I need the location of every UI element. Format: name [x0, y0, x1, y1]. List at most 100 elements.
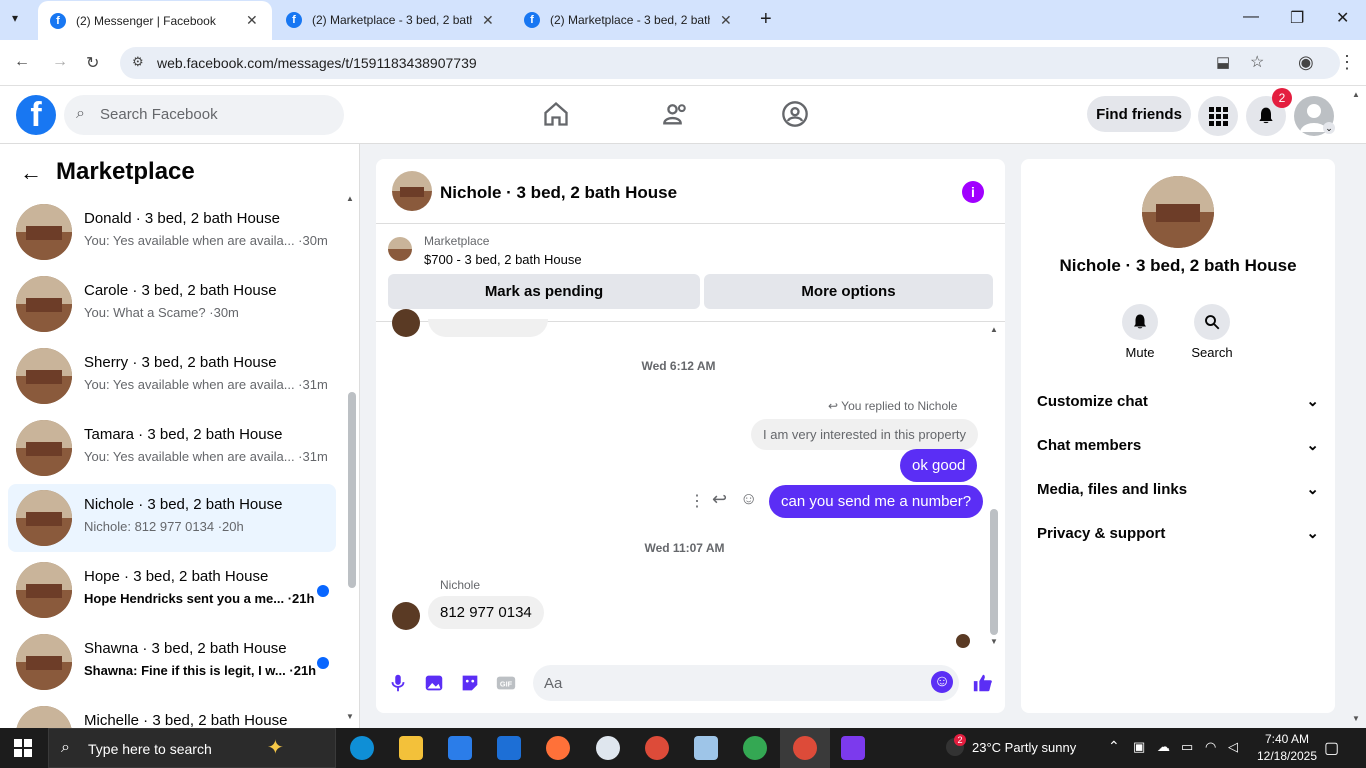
chat-title[interactable]: Nichole · 3 bed, 2 bath House: [440, 183, 677, 203]
site-info-icon[interactable]: ⚙: [132, 54, 144, 70]
store-icon[interactable]: [448, 736, 472, 760]
friends-icon[interactable]: [662, 100, 690, 128]
battery-icon[interactable]: ▭: [1181, 739, 1193, 755]
search-facebook-input[interactable]: ⌕ Search Facebook: [64, 95, 344, 135]
volume-icon[interactable]: ◁: [1228, 739, 1238, 755]
chrome-alt-icon[interactable]: [743, 736, 767, 760]
mute-bell-icon[interactable]: [1122, 304, 1158, 340]
conversation-item-nichole[interactable]: Nichole · 3 bed, 2 bath House Nichole: 8…: [8, 484, 336, 552]
browser-tab-messenger[interactable]: f (2) Messenger | Facebook ✕: [38, 1, 272, 40]
chrome-icon[interactable]: [645, 736, 669, 760]
more-options-button[interactable]: More options: [704, 274, 993, 309]
close-tab-icon[interactable]: ✕: [720, 12, 732, 29]
customize-chat-section[interactable]: Customize chat ⌄: [1037, 389, 1319, 413]
incoming-message[interactable]: 812 977 0134: [428, 596, 544, 629]
browser-tab-marketplace-1[interactable]: f (2) Marketplace - 3 bed, 2 bath ✕: [274, 0, 510, 40]
show-hidden-icons-icon[interactable]: ⌃: [1108, 738, 1120, 755]
react-emoji-icon[interactable]: ☺: [740, 489, 757, 509]
conversation-item-tamara[interactable]: Tamara · 3 bed, 2 bath House You: Yes av…: [8, 414, 336, 482]
taskbar-search-box[interactable]: ⌕ Type here to search ✦: [48, 728, 336, 768]
sidebar-scrollbar[interactable]: [348, 392, 356, 588]
media-files-section[interactable]: Media, files and links ⌄: [1037, 477, 1319, 501]
home-icon[interactable]: [542, 100, 570, 128]
close-tab-icon[interactable]: ✕: [482, 12, 494, 29]
conversation-item-michelle[interactable]: Michelle · 3 bed, 2 bath House: [8, 700, 336, 728]
profile-icon[interactable]: ◉: [1298, 52, 1314, 73]
facebook-logo-icon[interactable]: f: [16, 95, 56, 135]
meet-now-icon[interactable]: ▣: [1133, 739, 1145, 755]
conversation-item-hope[interactable]: Hope · 3 bed, 2 bath House Hope Hendrick…: [8, 556, 336, 624]
more-actions-icon[interactable]: ⋮: [689, 491, 705, 511]
edge-browser-icon[interactable]: [350, 736, 374, 760]
find-friends-button[interactable]: Find friends: [1087, 96, 1191, 132]
omnibox[interactable]: ⚙ web.facebook.com/messages/t/1591183438…: [120, 47, 1340, 79]
message-input[interactable]: Aa ☺: [533, 665, 959, 701]
weather-text[interactable]: 23°C Partly sunny: [972, 740, 1076, 755]
network-disconnected-icon[interactable]: ☁: [1157, 739, 1170, 755]
back-arrow-icon[interactable]: ←: [20, 160, 42, 186]
photo-icon[interactable]: [423, 672, 445, 694]
browser-menu-icon[interactable]: ⋮: [1338, 52, 1356, 73]
close-window-icon[interactable]: ✕: [1336, 8, 1349, 28]
mail-icon[interactable]: [497, 736, 521, 760]
close-tab-icon[interactable]: ✕: [246, 12, 258, 29]
chat-members-section[interactable]: Chat members ⌄: [1037, 433, 1319, 457]
notification-count: 2: [1278, 91, 1286, 105]
chat-avatar[interactable]: [392, 171, 432, 211]
scroll-up-icon[interactable]: ▲: [990, 325, 998, 334]
document-icon[interactable]: [694, 736, 718, 760]
conversation-item-shawna[interactable]: Shawna · 3 bed, 2 bath House Shawna: Fin…: [8, 628, 336, 696]
quoted-message[interactable]: I am very interested in this property: [751, 419, 979, 450]
file-explorer-icon[interactable]: [399, 736, 423, 760]
browser-tab-marketplace-2[interactable]: f (2) Marketplace - 3 bed, 2 bath ✕: [512, 0, 748, 40]
menu-grid-icon[interactable]: [1198, 96, 1238, 136]
back-icon[interactable]: ←: [14, 53, 30, 71]
search-conversation-icon[interactable]: [1194, 304, 1230, 340]
conversation-preview: You: Yes available when are availa... ·3…: [84, 449, 328, 464]
wifi-icon[interactable]: ◠: [1205, 739, 1216, 755]
minimize-icon[interactable]: —: [1243, 8, 1259, 26]
notification-count-badge: 2: [1272, 88, 1292, 108]
conversation-avatar[interactable]: [1142, 176, 1214, 248]
conversation-info-icon[interactable]: i: [962, 181, 984, 203]
conversation-item-donald[interactable]: Donald · 3 bed, 2 bath House You: Yes av…: [8, 198, 336, 266]
microphone-icon[interactable]: [387, 672, 409, 694]
outgoing-message[interactable]: ok good: [900, 449, 978, 482]
account-chevron-icon[interactable]: ⌄: [1323, 122, 1335, 134]
chat-scrollbar[interactable]: [990, 509, 998, 635]
mark-as-pending-button[interactable]: Mark as pending: [388, 274, 700, 309]
privacy-support-section[interactable]: Privacy & support ⌄: [1037, 521, 1319, 545]
thumbs-up-icon[interactable]: [972, 672, 994, 694]
install-app-icon[interactable]: ⬓: [1216, 53, 1230, 71]
outgoing-message[interactable]: can you send me a number?: [769, 485, 984, 518]
house-thumbnail: [16, 204, 72, 260]
reply-icon[interactable]: ↩: [712, 489, 727, 510]
conversation-item-sherry[interactable]: Sherry · 3 bed, 2 bath House You: Yes av…: [8, 342, 336, 410]
reload-icon[interactable]: ↻: [86, 53, 99, 73]
bookmark-star-icon[interactable]: ☆: [1250, 52, 1264, 72]
scroll-down-icon[interactable]: ▼: [990, 637, 998, 646]
url-text[interactable]: web.facebook.com/messages/t/159118343890…: [157, 55, 477, 71]
chrome-active-icon[interactable]: [793, 736, 817, 760]
emoji-icon[interactable]: ☺: [931, 671, 953, 693]
taskbar-clock[interactable]: 7:40 AM 12/18/2025: [1252, 731, 1322, 765]
listing-price[interactable]: $700 - 3 bed, 2 bath House: [424, 252, 582, 267]
snipping-tool-icon[interactable]: [841, 736, 865, 760]
scroll-down-icon[interactable]: ▼: [346, 712, 354, 721]
chrome-profile-icon[interactable]: [596, 736, 620, 760]
gif-icon[interactable]: GIF: [495, 672, 517, 694]
tab-search-icon[interactable]: ▾: [12, 11, 18, 25]
firefox-icon[interactable]: [546, 736, 570, 760]
notification-center-icon[interactable]: ▢: [1324, 738, 1339, 758]
new-tab-icon[interactable]: +: [760, 8, 772, 31]
forward-icon[interactable]: →: [52, 53, 68, 71]
sender-avatar[interactable]: [392, 602, 420, 630]
conversation-item-carole[interactable]: Carole · 3 bed, 2 bath House You: What a…: [8, 270, 336, 338]
page-scroll-up-icon[interactable]: ▲: [1352, 90, 1360, 99]
page-scroll-down-icon[interactable]: ▼: [1352, 714, 1360, 723]
sticker-icon[interactable]: [459, 672, 481, 694]
restore-icon[interactable]: ❐: [1290, 8, 1304, 28]
scroll-up-icon[interactable]: ▲: [346, 194, 354, 203]
groups-icon[interactable]: [781, 100, 809, 128]
windows-start-icon[interactable]: [14, 739, 32, 757]
